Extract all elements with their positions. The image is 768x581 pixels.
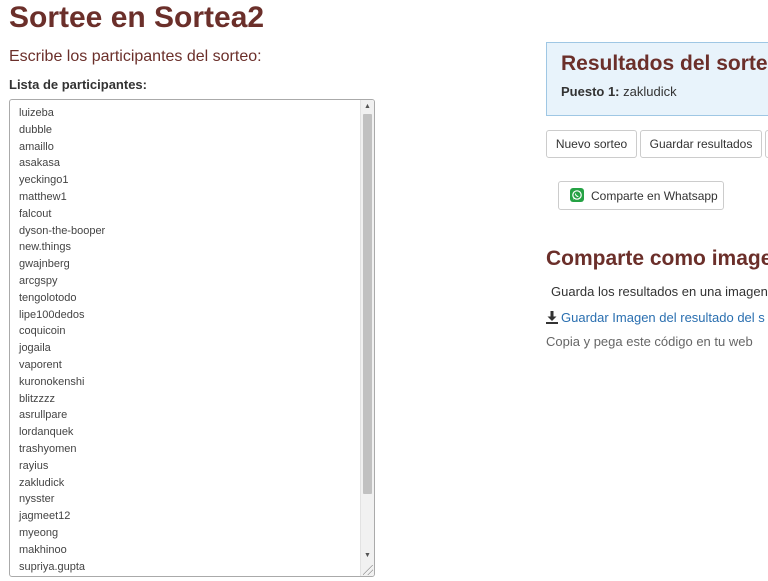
whatsapp-share-label: Comparte en Whatsapp	[591, 189, 718, 203]
participant-item: amaillo	[19, 140, 54, 153]
participants-scrollbar[interactable]: ▲ ▼	[360, 100, 374, 576]
results-title: Resultados del sorteo	[561, 52, 768, 75]
participant-item: lordanquek	[19, 426, 74, 439]
share-image-description: Guarda los resultados en una imagen	[551, 284, 768, 299]
participant-item: makhinoo	[19, 543, 67, 556]
winner-name: zakludick	[623, 84, 677, 99]
winner-line: Puesto 1: zakludick	[561, 84, 677, 99]
participant-item: lipe100dedos	[19, 308, 85, 321]
participant-item: supriya.gupta	[19, 560, 86, 573]
participant-item: myeong	[19, 526, 59, 539]
participant-item: dubble	[19, 123, 53, 136]
results-panel: Resultados del sorteo Puesto 1: zakludic…	[546, 42, 768, 116]
participant-item: trashyomen	[19, 442, 77, 455]
participants-list: luizeba dubble amaillo asakasa yeckingo1 matt…	[19, 105, 105, 575]
participant-item: falcout	[19, 207, 52, 220]
participant-item: blitzzzz	[19, 392, 56, 405]
participant-item: kuronokenshi	[19, 375, 85, 388]
participant-item: zakludick	[19, 476, 65, 489]
save-results-button[interactable]: Guardar resultados	[640, 130, 762, 158]
participant-item: arcgspy	[19, 274, 58, 287]
participant-item: matthew1	[19, 190, 67, 203]
download-image-link[interactable]: Guardar Imagen del resultado del s	[546, 310, 765, 327]
participant-item: jagmeet12	[19, 510, 71, 523]
scroll-down-icon[interactable]: ▼	[361, 550, 374, 562]
resize-grip-icon[interactable]	[363, 565, 373, 575]
participant-item: new.things	[19, 241, 71, 254]
participants-label: Lista de participantes:	[9, 77, 147, 92]
participant-item: asrullpare	[19, 409, 68, 422]
participant-item: asakasa	[19, 157, 60, 170]
participant-item: dyson-the-booper	[19, 224, 106, 237]
download-icon	[546, 311, 558, 327]
participants-textarea[interactable]: luizeba dubble amaillo asakasa yeckingo1 matt…	[9, 99, 375, 577]
participant-item: tengolotodo	[19, 291, 77, 304]
copy-code-text: Copia y pega este código en tu web	[546, 334, 753, 349]
download-image-label: Guardar Imagen del resultado del s	[561, 310, 765, 325]
winner-position-label: Puesto 1:	[561, 84, 620, 99]
new-raffle-button[interactable]: Nuevo sorteo	[546, 130, 637, 158]
participant-item: gwajnberg	[19, 258, 70, 271]
page-title: Sortee en Sortea2	[9, 1, 265, 34]
participant-item: luizeba	[19, 107, 54, 119]
page: Sortee en Sortea2 Escribe los participan…	[0, 0, 768, 581]
participant-item: coquicoin	[19, 325, 66, 338]
form-subtitle: Escribe los participantes del sorteo:	[9, 48, 262, 65]
share-image-title: Comparte como imagen	[546, 247, 768, 270]
whatsapp-share-button[interactable]: Comparte en Whatsapp	[558, 181, 724, 210]
scroll-thumb[interactable]	[363, 114, 372, 494]
participant-item: yeckingo1	[19, 174, 69, 187]
participant-item: rayius	[19, 459, 49, 472]
participant-item: nysster	[19, 493, 55, 506]
participant-item: jogaila	[19, 342, 51, 355]
participant-item: vaporent	[19, 358, 62, 371]
scroll-up-icon[interactable]: ▲	[361, 101, 374, 113]
whatsapp-icon	[570, 188, 584, 202]
